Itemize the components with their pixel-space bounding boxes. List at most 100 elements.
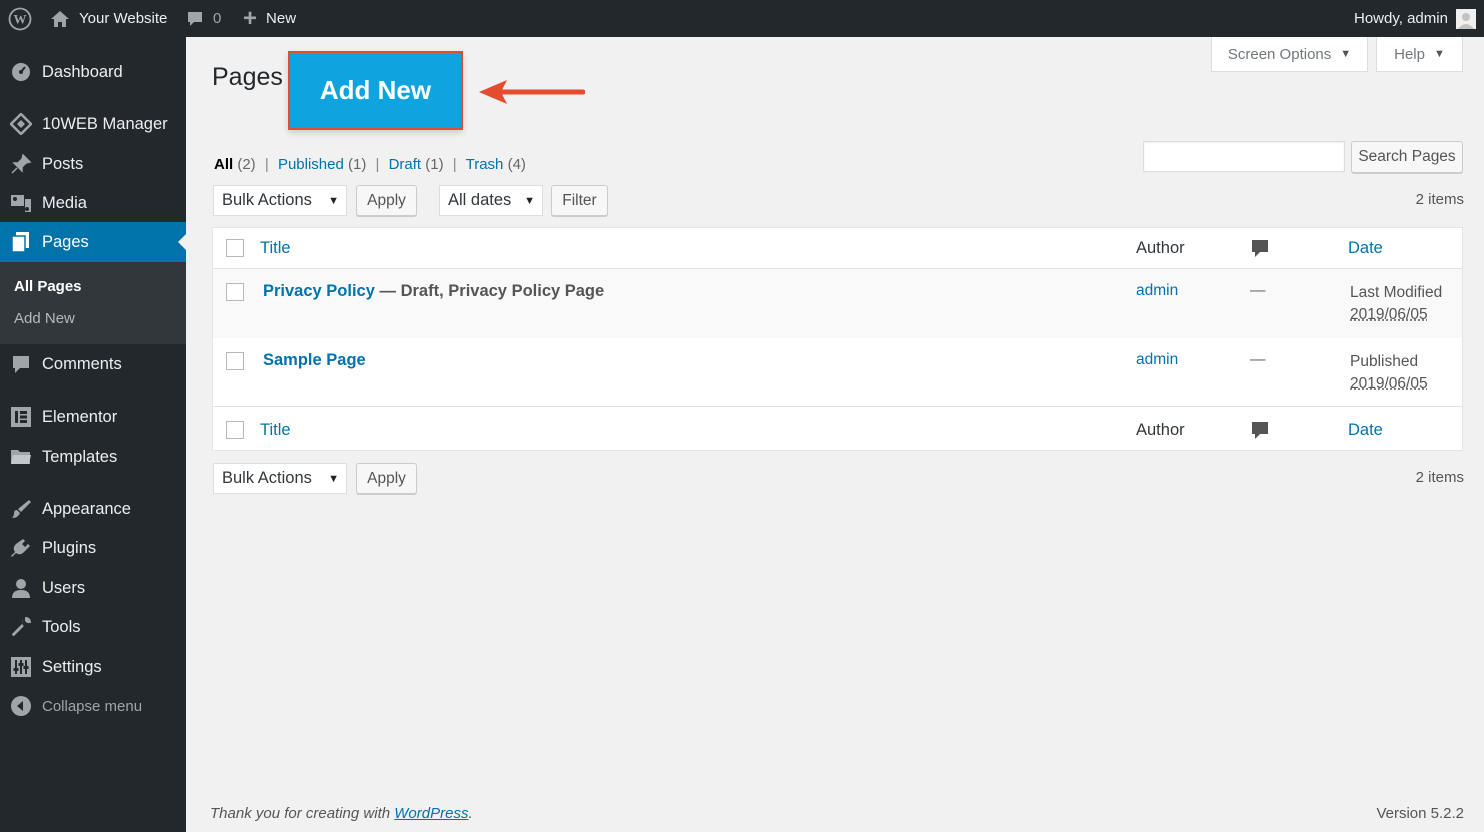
arrow-left-icon bbox=[479, 80, 585, 104]
pages-table: Title Author Date Privacy Policy — Draft… bbox=[212, 227, 1463, 451]
sidebar-item-posts[interactable]: Posts bbox=[0, 144, 186, 184]
page-title: Pages bbox=[212, 63, 283, 91]
new-content-link[interactable]: + New bbox=[243, 0, 296, 37]
select-all-checkbox[interactable] bbox=[226, 239, 244, 257]
greeting: Howdy, admin bbox=[1354, 10, 1448, 27]
search-pages-button[interactable]: Search Pages bbox=[1351, 141, 1463, 173]
sidebar-item-tools[interactable]: Tools bbox=[0, 607, 186, 647]
filter-published-label: Published bbox=[277, 156, 344, 173]
tenweb-icon bbox=[10, 113, 32, 135]
filter-trash-link[interactable]: Trash (4) bbox=[466, 156, 526, 173]
column-title-header[interactable]: Title bbox=[260, 239, 291, 258]
site-name: Your Website bbox=[79, 10, 168, 27]
sidebar-item-templates[interactable]: Templates bbox=[0, 437, 186, 477]
filter-all-link[interactable]: All (2) bbox=[214, 156, 256, 173]
sidebar-item-label: Dashboard bbox=[42, 62, 123, 81]
filter-all-count: (2) bbox=[237, 156, 256, 173]
page-title-link[interactable]: Sample Page bbox=[263, 351, 366, 369]
wordpress-logo-icon[interactable]: W bbox=[8, 0, 32, 37]
page-title-link[interactable]: Privacy Policy bbox=[263, 282, 375, 300]
bulk-actions-value: Bulk Actions bbox=[222, 469, 312, 487]
sidebar-item-label: Media bbox=[42, 193, 87, 212]
sidebar-item-label: Users bbox=[42, 578, 86, 597]
filter-draft-label: Draft bbox=[388, 156, 422, 173]
apply-button-bottom[interactable]: Apply bbox=[356, 463, 417, 494]
filter-published-link[interactable]: Published (1) bbox=[278, 156, 366, 173]
sidebar-item-label: Settings bbox=[42, 657, 102, 676]
sidebar-item-10web-manager[interactable]: 10WEB Manager bbox=[0, 104, 186, 144]
sidebar-item-label: Templates bbox=[42, 447, 118, 466]
sidebar-item-dashboard[interactable]: Dashboard bbox=[0, 52, 186, 92]
caret-down-icon: ▼ bbox=[1340, 48, 1352, 60]
screen-options-tab[interactable]: Screen Options ▼ bbox=[1211, 37, 1368, 72]
row-checkbox[interactable] bbox=[226, 283, 244, 301]
pin-icon bbox=[11, 153, 32, 174]
comment-column-icon[interactable] bbox=[1252, 240, 1268, 258]
sidebar-item-settings[interactable]: Settings bbox=[0, 647, 186, 687]
collapse-menu-button[interactable]: Collapse menu bbox=[0, 686, 186, 726]
sidebar-item-comments[interactable]: Comments bbox=[0, 344, 186, 384]
comments-value: — bbox=[1250, 351, 1266, 368]
filter-button[interactable]: Filter bbox=[551, 185, 608, 216]
comment-column-icon[interactable] bbox=[1252, 422, 1268, 440]
footer-thanks: Thank you for creating with WordPress. bbox=[210, 805, 473, 822]
new-label: New bbox=[266, 10, 297, 27]
collapse-arrow-icon bbox=[11, 696, 31, 716]
site-name-link[interactable]: Your Website bbox=[50, 0, 167, 37]
sidebar-item-elementor[interactable]: Elementor bbox=[0, 397, 186, 437]
row-checkbox[interactable] bbox=[226, 352, 244, 370]
footer-thanks-suffix: . bbox=[468, 805, 473, 822]
comments-value: — bbox=[1250, 282, 1266, 299]
items-count-bottom: 2 items bbox=[1415, 469, 1464, 486]
sidebar-item-appearance[interactable]: Appearance bbox=[0, 489, 186, 529]
comments-count: 0 bbox=[213, 10, 222, 27]
apply-button[interactable]: Apply bbox=[356, 185, 417, 216]
date-status: Last Modified bbox=[1350, 284, 1443, 301]
bulk-actions-value: Bulk Actions bbox=[222, 191, 312, 209]
filter-published-count: (1) bbox=[348, 156, 367, 173]
table-row: Sample Page admin — Published 2019/06/05 bbox=[213, 338, 1462, 407]
sidebar-item-media[interactable]: Media bbox=[0, 183, 186, 223]
filter-draft-link[interactable]: Draft (1) bbox=[389, 156, 444, 173]
post-state: — Draft, Privacy Policy Page bbox=[374, 282, 605, 300]
dates-select[interactable]: All dates ▼ bbox=[439, 185, 543, 216]
column-author-header: Author bbox=[1136, 239, 1185, 257]
pages-icon bbox=[11, 232, 29, 253]
sidebar-item-label: Appearance bbox=[42, 499, 131, 518]
screen-options-label: Screen Options bbox=[1227, 45, 1332, 63]
column-title-footer[interactable]: Title bbox=[260, 421, 291, 440]
my-account-link[interactable]: Howdy, admin bbox=[1354, 0, 1476, 37]
sidebar-item-label: 10WEB Manager bbox=[42, 114, 168, 133]
add-new-button[interactable]: Add New bbox=[288, 51, 463, 130]
filter-separator: | bbox=[452, 156, 457, 173]
bulk-actions-select-bottom[interactable]: Bulk Actions ▼ bbox=[213, 463, 347, 494]
author-link[interactable]: admin bbox=[1136, 282, 1178, 300]
sidebar-item-users[interactable]: Users bbox=[0, 568, 186, 608]
bulk-actions-select[interactable]: Bulk Actions ▼ bbox=[213, 185, 347, 216]
table-footer-row: Title Author Date bbox=[213, 408, 1462, 450]
submenu-item-add-new[interactable]: Add New bbox=[14, 310, 75, 327]
sidebar-item-label: Pages bbox=[42, 232, 89, 251]
sidebar-item-pages[interactable]: Pages bbox=[0, 222, 186, 262]
items-count: 2 items bbox=[1415, 191, 1464, 208]
select-all-checkbox[interactable] bbox=[226, 421, 244, 439]
column-date-footer[interactable]: Date bbox=[1348, 421, 1383, 440]
search-input[interactable] bbox=[1143, 141, 1345, 172]
author-link[interactable]: admin bbox=[1136, 351, 1178, 369]
caret-down-icon: ▼ bbox=[328, 194, 339, 207]
date-value: 2019/06/05 bbox=[1350, 306, 1428, 323]
caret-down-icon: ▼ bbox=[524, 194, 535, 207]
filter-separator: | bbox=[264, 156, 269, 173]
admin-sidebar: Dashboard 10WEB Manager Posts Media Page… bbox=[0, 37, 186, 832]
table-header-row: Title Author Date bbox=[213, 228, 1462, 269]
submenu-item-all-pages[interactable]: All Pages bbox=[14, 278, 82, 295]
home-icon bbox=[51, 10, 69, 27]
comments-link[interactable]: 0 bbox=[186, 0, 221, 37]
sidebar-item-label: Posts bbox=[42, 154, 84, 173]
filter-separator: | bbox=[375, 156, 380, 173]
wordpress-link[interactable]: WordPress bbox=[394, 805, 468, 822]
pages-submenu: All Pages Add New bbox=[0, 262, 186, 344]
sidebar-item-plugins[interactable]: Plugins bbox=[0, 528, 186, 568]
column-date-header[interactable]: Date bbox=[1348, 239, 1383, 258]
help-tab[interactable]: Help ▼ bbox=[1376, 37, 1463, 72]
